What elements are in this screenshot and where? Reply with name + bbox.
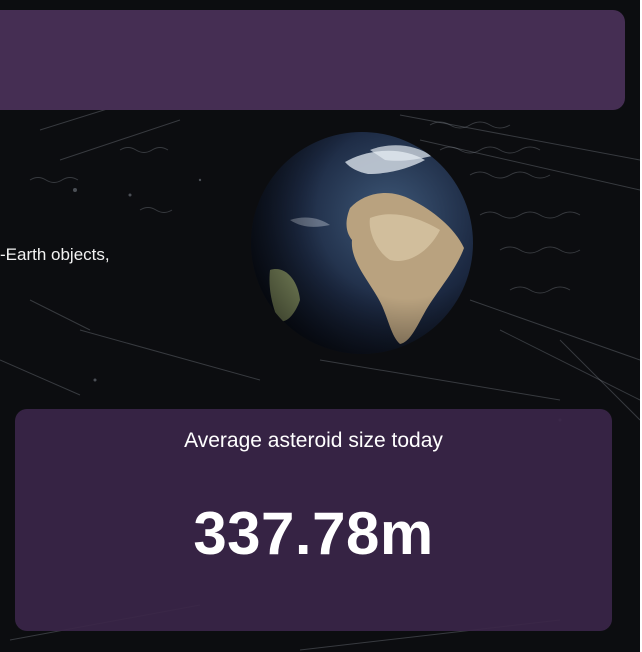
intro-text: -Earth objects, <box>0 245 110 264</box>
stat-value: 337.78m <box>193 500 434 567</box>
header-panel <box>0 10 625 110</box>
stat-title: Average asteroid size today <box>184 429 443 452</box>
earth-globe-image <box>251 132 473 354</box>
average-asteroid-size-card: Average asteroid size today 337.78m <box>15 409 612 631</box>
